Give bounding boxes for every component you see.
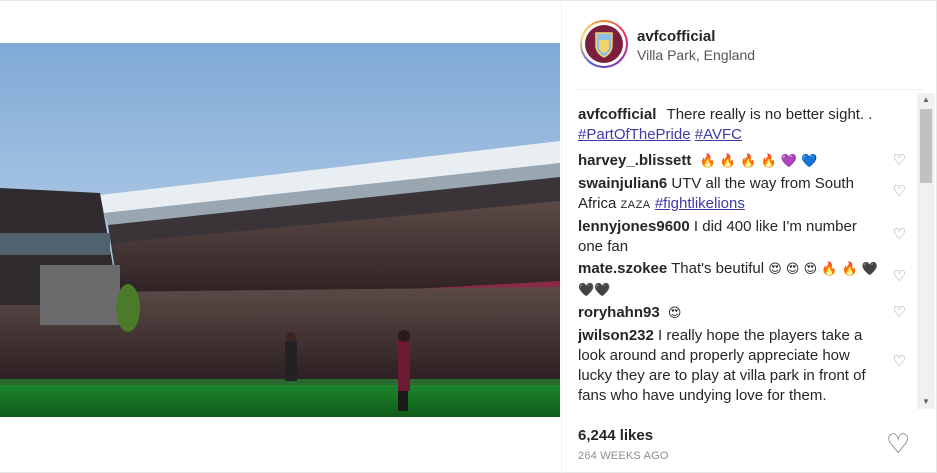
comment-item: swainjulian6 UTV all the way from South …	[578, 174, 906, 215]
scroll-down-arrow-icon[interactable]: ▼	[917, 395, 935, 409]
post-header: avfcofficial Villa Park, England	[576, 16, 924, 78]
post-timestamp[interactable]: 264 WEEKS AGO	[578, 450, 669, 462]
comment-text: There really is no better sight. .	[666, 106, 873, 123]
likes-count[interactable]: 6,244 likes	[578, 427, 653, 444]
comment-item: roryhahn93 😍 ♡	[578, 303, 906, 324]
scroll-up-arrow-icon[interactable]: ▲	[917, 93, 935, 107]
comments-list: avfcofficial There really is no better s…	[578, 105, 906, 411]
stadium-photo	[0, 43, 560, 417]
scrollbar-thumb[interactable]	[920, 109, 932, 183]
comment-username[interactable]: roryhahn93	[578, 304, 660, 321]
comment-like-heart-icon[interactable]: ♡	[893, 267, 906, 287]
comment-item: jwilson232 I really hope the players tak…	[578, 326, 906, 406]
hashtag-link[interactable]: #fightlikelions	[655, 195, 745, 212]
comment-like-heart-icon[interactable]: ♡	[893, 303, 906, 323]
post-photo[interactable]	[0, 43, 560, 417]
comment-username[interactable]: harvey_.blissett	[578, 152, 691, 169]
like-heart-icon[interactable]: ♡	[886, 429, 910, 459]
hashtag-link[interactable]: #PartOfThePride	[578, 126, 691, 143]
account-location[interactable]: Villa Park, England	[637, 47, 755, 63]
comment-caption: avfcofficial There really is no better s…	[578, 105, 906, 145]
comment-extra: ZAZA	[620, 199, 651, 211]
hashtag-link[interactable]: #AVFC	[695, 126, 742, 143]
comment-like-heart-icon[interactable]: ♡	[893, 151, 906, 171]
comment-item: mate.szokee That's beutiful 😍 😍 😍 🔥 🔥 🖤🖤…	[578, 259, 906, 301]
comment-username[interactable]: lennyjones9600	[578, 218, 690, 235]
comment-username[interactable]: mate.szokee	[578, 260, 667, 277]
comment-like-heart-icon[interactable]: ♡	[893, 182, 906, 202]
instagram-post: avfcofficial Villa Park, England avfcoff…	[0, 0, 937, 473]
comment-like-heart-icon[interactable]: ♡	[893, 225, 906, 245]
header-divider	[576, 89, 924, 90]
comment-item: lennyjones9600 I did 400 like I'm number…	[578, 217, 906, 257]
comment-text: That's beutiful	[671, 260, 765, 277]
comment-text: 🔥 🔥 🔥 🔥 💜 💙	[699, 154, 818, 169]
comment-username[interactable]: avfcofficial	[578, 106, 656, 123]
post-sidebar: avfcofficial Villa Park, England avfcoff…	[561, 1, 937, 473]
comment-username[interactable]: swainjulian6	[578, 175, 667, 192]
avatar-frame	[582, 22, 626, 66]
comment-text: 😍	[667, 306, 682, 321]
comment-username[interactable]: jwilson232	[578, 327, 654, 344]
avfc-crest-icon	[585, 25, 623, 63]
avatar[interactable]	[580, 20, 628, 68]
crest-shield-icon	[595, 32, 613, 58]
comment-like-heart-icon[interactable]: ♡	[893, 352, 906, 372]
comment-item: harvey_.blissett 🔥 🔥 🔥 🔥 💜 💙 ♡	[578, 151, 906, 172]
comments-scrollbar[interactable]: ▲ ▼	[917, 93, 935, 409]
account-username[interactable]: avfcofficial	[637, 28, 715, 45]
